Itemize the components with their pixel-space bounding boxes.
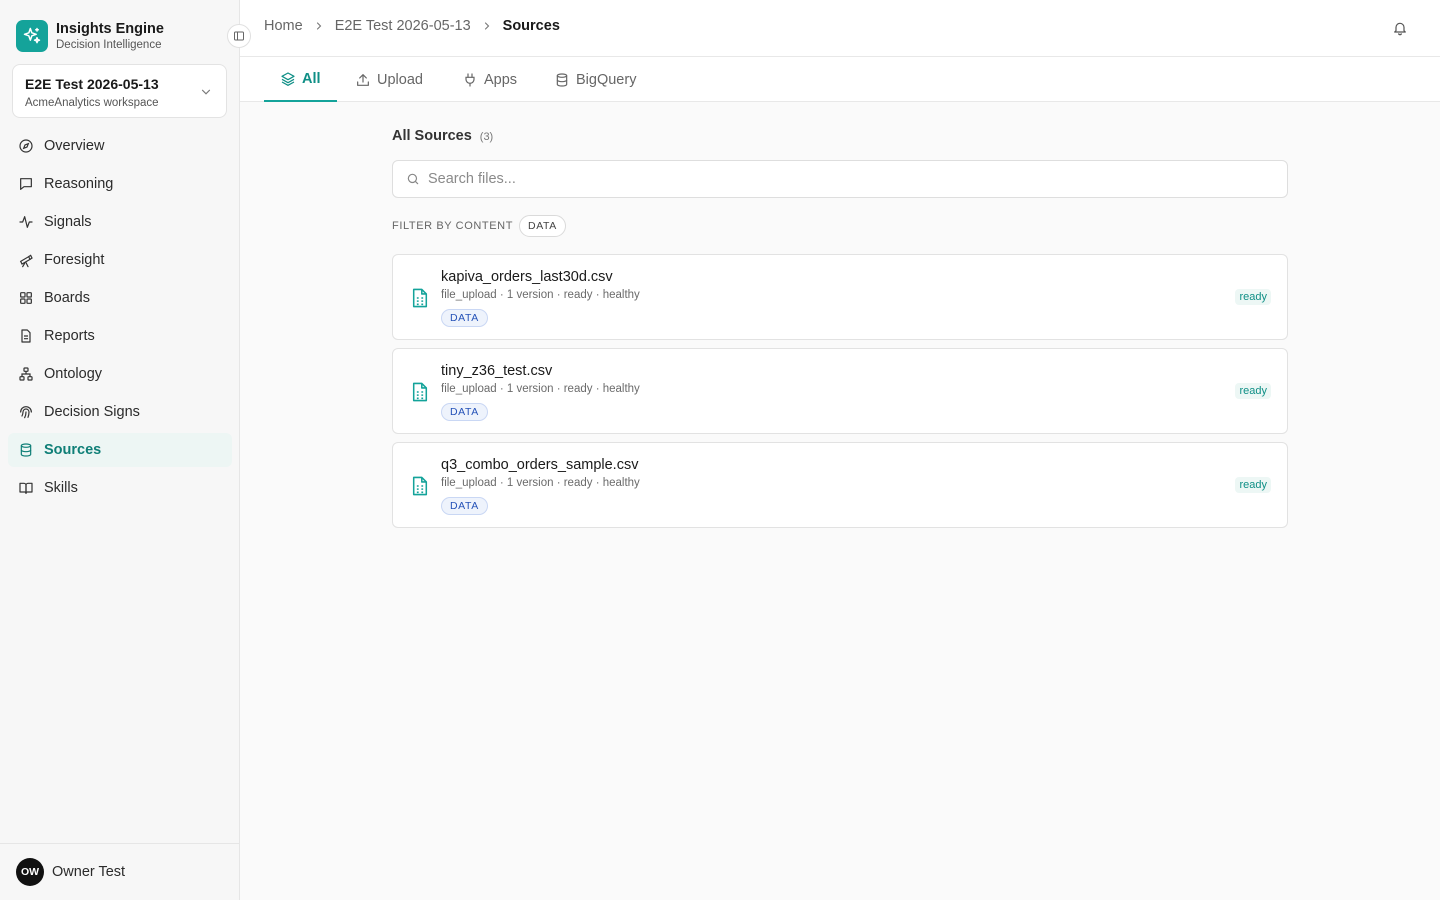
workspace-switcher[interactable]: E2E Test 2026-05-13 AcmeAnalytics worksp… <box>12 64 227 118</box>
source-meta: file_upload · 1 version · ready · health… <box>441 289 640 301</box>
sidebar-item-reasoning[interactable]: Reasoning <box>8 167 232 201</box>
file-spreadsheet-icon <box>411 382 429 402</box>
database-icon <box>554 72 570 88</box>
sidebar-item-sources[interactable]: Sources <box>8 433 232 467</box>
sidebar-item-foresight[interactable]: Foresight <box>8 243 232 277</box>
sidebar-item-overview[interactable]: Overview <box>8 129 232 163</box>
bell-icon[interactable] <box>1392 20 1408 36</box>
source-count: (3) <box>479 131 494 143</box>
sidebar: Insights Engine Decision Intelligence E2… <box>0 0 240 900</box>
source-meta: file_upload · 1 version · ready · health… <box>441 477 640 489</box>
sparkles-icon <box>16 20 48 52</box>
sidebar-collapse-button[interactable] <box>227 24 251 48</box>
breadcrumb: Home E2E Test 2026-05-13 Sources <box>264 18 560 34</box>
source-card[interactable]: tiny_z36_test.csv file_upload · 1 versio… <box>392 348 1288 434</box>
file-spreadsheet-icon <box>411 288 429 308</box>
sidebar-item-label: Boards <box>44 290 90 306</box>
breadcrumb-project[interactable]: E2E Test 2026-05-13 <box>335 18 471 34</box>
source-name: q3_combo_orders_sample.csv <box>441 457 639 473</box>
content-tag: DATA <box>441 497 488 515</box>
sidebar-item-label: Skills <box>44 480 78 496</box>
source-card[interactable]: kapiva_orders_last30d.csv file_upload · … <box>392 254 1288 340</box>
message-square-icon <box>18 176 34 192</box>
telescope-icon <box>18 252 34 268</box>
source-name: kapiva_orders_last30d.csv <box>441 269 613 285</box>
content-filter: FILTER BY CONTENT DATA <box>392 215 1288 237</box>
compass-icon <box>18 138 34 154</box>
sidebar-item-label: Signals <box>44 214 92 230</box>
sidebar-item-label: Overview <box>44 138 105 154</box>
top-bar: Home E2E Test 2026-05-13 Sources <box>240 0 1440 57</box>
status-badge: ready <box>1235 289 1271 305</box>
source-name: tiny_z36_test.csv <box>441 363 553 379</box>
tab-upload[interactable]: Upload <box>339 57 439 102</box>
source-list: kapiva_orders_last30d.csv file_upload · … <box>392 254 1288 528</box>
sidebar-item-label: Foresight <box>44 252 105 268</box>
sidebar-item-signals[interactable]: Signals <box>8 205 232 239</box>
file-text-icon <box>18 328 34 344</box>
sidebar-item-skills[interactable]: Skills <box>8 471 232 505</box>
file-spreadsheet-icon <box>411 476 429 496</box>
tab-label: BigQuery <box>576 71 637 88</box>
section-title: All Sources <box>392 128 472 144</box>
status-badge: ready <box>1235 383 1271 399</box>
tab-label: Upload <box>377 71 423 88</box>
user-name: Owner Test <box>52 864 126 880</box>
workspace-subtitle: AcmeAnalytics workspace <box>25 97 159 109</box>
panel-left-icon <box>233 30 245 42</box>
content-tag: DATA <box>441 309 488 327</box>
search-icon <box>406 172 420 186</box>
upload-icon <box>355 72 371 88</box>
breadcrumb-current: Sources <box>502 18 560 34</box>
plug-icon <box>462 72 478 88</box>
layers-icon <box>280 71 296 87</box>
section-header: All Sources (3) <box>392 128 1288 144</box>
tab-all[interactable]: All <box>264 57 337 102</box>
activity-icon <box>18 214 34 230</box>
brand[interactable]: Insights Engine Decision Intelligence <box>16 20 164 52</box>
source-meta: file_upload · 1 version · ready · health… <box>441 383 640 395</box>
filter-label: FILTER BY CONTENT <box>392 220 514 232</box>
network-icon <box>18 366 34 382</box>
avatar: OW <box>16 858 44 886</box>
grid-icon <box>18 290 34 306</box>
content-tag: DATA <box>441 403 488 421</box>
sidebar-item-label: Reasoning <box>44 176 114 192</box>
sidebar-item-reports[interactable]: Reports <box>8 319 232 353</box>
chevron-right-icon <box>481 20 493 32</box>
chevron-down-icon <box>199 85 213 99</box>
sidebar-item-ontology[interactable]: Ontology <box>8 357 232 391</box>
sidebar-item-label: Sources <box>44 442 102 458</box>
breadcrumb-home[interactable]: Home <box>264 18 303 34</box>
tab-apps[interactable]: Apps <box>446 57 533 102</box>
sidebar-item-boards[interactable]: Boards <box>8 281 232 315</box>
chevron-right-icon <box>313 20 325 32</box>
status-badge: ready <box>1235 477 1271 493</box>
database-icon <box>18 442 34 458</box>
workspace-name: E2E Test 2026-05-13 <box>25 76 159 92</box>
sidebar-item-label: Ontology <box>44 366 103 382</box>
user-menu[interactable]: OW Owner Test <box>0 843 239 900</box>
source-card[interactable]: q3_combo_orders_sample.csv file_upload ·… <box>392 442 1288 528</box>
brand-subtitle: Decision Intelligence <box>56 38 162 51</box>
sidebar-item-label: Decision Signs <box>44 404 140 420</box>
book-open-icon <box>18 480 34 496</box>
source-tabs: All Upload Apps BigQuery <box>240 57 1440 102</box>
tab-label: All <box>302 70 321 87</box>
fingerprint-icon <box>18 404 34 420</box>
search-box[interactable] <box>392 160 1288 198</box>
sidebar-item-label: Reports <box>44 328 95 344</box>
sidebar-item-decision-signs[interactable]: Decision Signs <box>8 395 232 429</box>
sources-panel: All Sources (3) FILTER BY CONTENT DATA k… <box>392 102 1288 536</box>
filter-chip-data[interactable]: DATA <box>519 215 566 237</box>
tab-label: Apps <box>484 71 518 88</box>
sidebar-nav: Overview Reasoning Signals Foresight Boa… <box>8 129 232 509</box>
brand-name: Insights Engine <box>56 20 164 37</box>
tab-bigquery[interactable]: BigQuery <box>538 57 652 102</box>
search-input[interactable] <box>428 171 1228 187</box>
